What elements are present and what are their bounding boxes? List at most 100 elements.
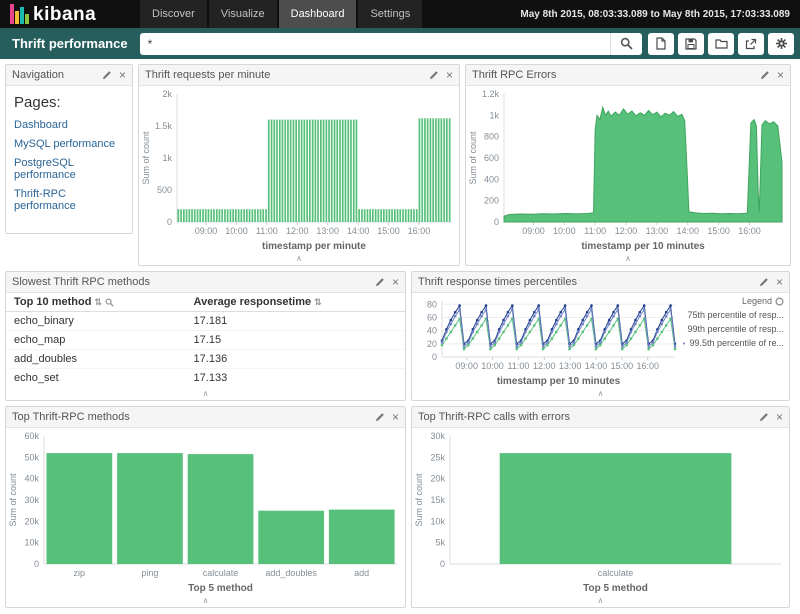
percentiles-chart[interactable]: 02040608009:0010:0011:0012:0013:0014:001… [412, 293, 683, 387]
load-dashboard-button[interactable] [708, 33, 734, 55]
pencil-icon [759, 277, 769, 287]
pencil-icon [759, 412, 769, 422]
nav-link-dashboard[interactable]: Dashboard [14, 119, 124, 131]
close-panel-button[interactable]: × [776, 411, 783, 423]
panel-collapse-button[interactable]: ∧ [6, 387, 405, 400]
svg-text:20k: 20k [430, 474, 445, 484]
slowest-methods-table: Top 10 method⇅ Average responsetime⇅ ech… [6, 293, 405, 387]
svg-text:10:00: 10:00 [553, 226, 576, 236]
svg-text:0: 0 [432, 352, 437, 362]
svg-text:16:00: 16:00 [408, 226, 431, 236]
panel-collapse-button[interactable]: ∧ [466, 252, 790, 265]
value-cell: 17.136 [186, 350, 405, 369]
panel-collapse-button[interactable]: ∧ [139, 252, 459, 265]
nav-item-dashboard[interactable]: Dashboard [279, 0, 357, 28]
svg-text:11:00: 11:00 [507, 361, 529, 371]
method-cell: add_doubles [6, 350, 186, 369]
panel-collapse-button[interactable]: ∧ [412, 387, 789, 400]
new-dashboard-button[interactable] [648, 33, 674, 55]
top-calls-errors-chart[interactable]: 05k10k15k20k25k30kcalculateSum of countT… [412, 428, 789, 594]
legend-item-99th[interactable]: 99th percentile of resp... [683, 324, 784, 334]
svg-text:09:00: 09:00 [522, 226, 545, 236]
svg-text:Top 5 method: Top 5 method [188, 583, 253, 594]
edit-panel-button[interactable] [375, 412, 385, 422]
panel-collapse-button[interactable]: ∧ [6, 594, 405, 607]
svg-text:15:00: 15:00 [707, 226, 730, 236]
requests-per-minute-chart[interactable]: 05001k1.5k2k09:0010:0011:0012:0013:0014:… [139, 86, 459, 252]
close-panel-button[interactable]: × [392, 276, 399, 288]
svg-text:600: 600 [484, 153, 499, 163]
nav-item-discover[interactable]: Discover [140, 0, 207, 28]
legend-toggle[interactable]: Legend [683, 296, 784, 306]
svg-text:50k: 50k [24, 452, 39, 462]
close-panel-button[interactable]: × [392, 411, 399, 423]
column-header-responsetime[interactable]: Average responsetime⇅ [186, 293, 405, 312]
edit-panel-button[interactable] [102, 70, 112, 80]
edit-panel-button[interactable] [759, 277, 769, 287]
legend-item-99-5th[interactable]: 99.5th percentile of re... [683, 338, 784, 348]
legend-item-75th[interactable]: 75th percentile of resp... [683, 310, 784, 320]
method-cell: echo_binary [6, 312, 186, 331]
nav-item-visualize[interactable]: Visualize [209, 0, 277, 28]
svg-text:10:00: 10:00 [225, 226, 248, 236]
save-dashboard-button[interactable] [678, 33, 704, 55]
top-methods-chart[interactable]: 010k20k30k40k50k60kzippingcalculateadd_d… [6, 428, 405, 594]
panel-response-percentiles: Thrift response times percentiles × 0204… [411, 271, 790, 401]
legend-toggle-icon [775, 297, 784, 306]
svg-text:09:00: 09:00 [455, 361, 478, 371]
svg-text:10:00: 10:00 [481, 361, 504, 371]
svg-text:200: 200 [484, 196, 499, 206]
value-cell: 17.15 [186, 331, 405, 350]
svg-text:Sum of count: Sum of count [141, 131, 151, 185]
toolbar-buttons [648, 33, 794, 55]
options-button[interactable] [768, 33, 794, 55]
svg-text:800: 800 [484, 132, 499, 142]
panel-title: Navigation [12, 69, 102, 81]
edit-panel-button[interactable] [760, 70, 770, 80]
svg-text:12:00: 12:00 [286, 226, 309, 236]
top-navbar: kibana Discover Visualize Dashboard Sett… [0, 0, 800, 28]
rpc-errors-chart[interactable]: 02004006008001k1.2k09:0010:0011:0012:001… [466, 86, 790, 252]
svg-text:2k: 2k [162, 89, 172, 99]
gear-icon [775, 37, 788, 50]
query-input[interactable] [140, 33, 610, 55]
time-range-picker[interactable]: May 8th 2015, 08:03:33.089 to May 8th 20… [520, 9, 800, 20]
svg-text:Sum of count: Sum of count [8, 473, 18, 527]
svg-text:80: 80 [427, 299, 437, 309]
nav-item-settings[interactable]: Settings [358, 0, 422, 28]
svg-text:ping: ping [141, 568, 158, 578]
new-document-icon [655, 37, 667, 50]
search-button[interactable] [610, 33, 642, 55]
panel-collapse-button[interactable]: ∧ [412, 594, 789, 607]
close-panel-button[interactable]: × [119, 69, 126, 81]
svg-text:12:00: 12:00 [615, 226, 638, 236]
edit-panel-button[interactable] [759, 412, 769, 422]
column-header-method[interactable]: Top 10 method⇅ [6, 293, 186, 312]
svg-text:5k: 5k [435, 538, 445, 548]
share-button[interactable] [738, 33, 764, 55]
svg-text:13:00: 13:00 [316, 226, 339, 236]
edit-panel-button[interactable] [375, 277, 385, 287]
svg-text:20: 20 [427, 339, 437, 349]
svg-text:1.5k: 1.5k [155, 121, 173, 131]
nav-link-thrift-rpc[interactable]: Thrift-RPC performance [14, 188, 124, 212]
svg-text:30k: 30k [430, 431, 445, 441]
nav-link-mysql[interactable]: MySQL performance [14, 138, 124, 150]
panel-rpc-errors: Thrift RPC Errors × 02004006008001k1.2k0… [465, 64, 791, 266]
edit-panel-button[interactable] [429, 70, 439, 80]
dashboard-title: Thrift performance [6, 36, 134, 51]
svg-text:14:00: 14:00 [585, 361, 608, 371]
close-panel-button[interactable]: × [777, 69, 784, 81]
svg-text:30k: 30k [24, 495, 39, 505]
svg-text:14:00: 14:00 [347, 226, 370, 236]
svg-text:timestamp per 10 minutes: timestamp per 10 minutes [497, 376, 621, 387]
svg-text:40k: 40k [24, 474, 39, 484]
method-cell: echo_map [6, 331, 186, 350]
kibana-logo[interactable]: kibana [0, 4, 140, 24]
close-panel-button[interactable]: × [446, 69, 453, 81]
panel-navigation: Navigation × Pages: Dashboard MySQL perf… [5, 64, 133, 234]
value-cell: 17.133 [186, 369, 405, 388]
close-panel-button[interactable]: × [776, 276, 783, 288]
nav-link-postgresql[interactable]: PostgreSQL performance [14, 157, 124, 181]
svg-text:12:00: 12:00 [533, 361, 556, 371]
